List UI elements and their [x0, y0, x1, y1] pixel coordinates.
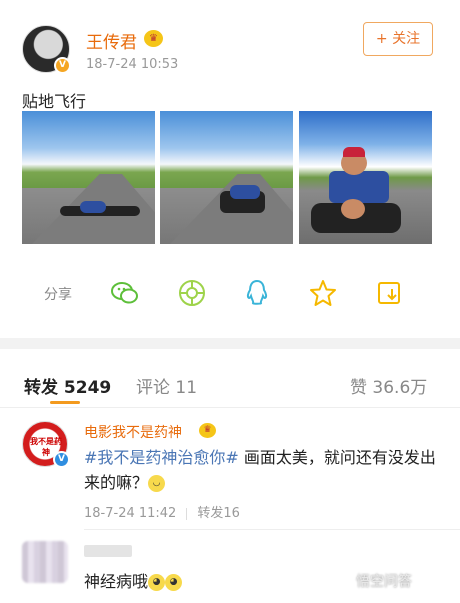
verified-badge-icon: V — [54, 57, 71, 74]
share-label: 分享 — [44, 287, 72, 303]
divider — [0, 407, 460, 408]
interaction-panel: 转发 5249 评论 11 赞 36.6万 我不是药神 V 电影我不是药神 ♛ … — [0, 349, 460, 603]
wechat-icon[interactable] — [110, 278, 140, 308]
post-image-1[interactable] — [22, 111, 155, 244]
post-text: 贴地飞行 — [22, 92, 87, 111]
moments-icon[interactable] — [177, 278, 207, 308]
divider — [84, 529, 460, 530]
post-image-3[interactable] — [299, 111, 432, 244]
verified-badge-icon: V — [53, 451, 70, 468]
comment-repost-count[interactable]: 转发16 — [197, 506, 240, 521]
comment-body: #我不是药神治愈你# 画面太美，就问还有没发出来的嘛？ ◡ — [84, 445, 444, 495]
qzone-star-icon[interactable] — [308, 278, 338, 308]
comment-meta: 18-7-24 11:42 转发16 — [84, 502, 240, 521]
topic-tag-link[interactable]: #我不是药神治愈你# — [84, 448, 239, 467]
tab-like[interactable]: 赞 36.6万 — [350, 373, 427, 398]
comment-body: 神经病哦 ◕ ◕ — [84, 568, 183, 592]
crown-icon: ♛ — [144, 30, 163, 47]
tab-repost[interactable]: 转发 5249 — [24, 373, 111, 398]
post-card: V 王传君 ♛ 18-7-24 10:53 + 关注 贴地飞行 分享 — [0, 0, 460, 338]
watermark: 悟空问答 — [356, 574, 412, 590]
post-image-2[interactable] — [160, 111, 293, 244]
emoji-icon: ◕ — [148, 574, 166, 591]
author-name[interactable]: 王传君 — [86, 28, 137, 53]
comment-avatar[interactable]: 我不是药神 V — [22, 421, 70, 468]
follow-button[interactable]: + 关注 — [363, 22, 433, 56]
crown-icon: ♛ — [199, 423, 216, 438]
blurred-avatar[interactable] — [22, 541, 68, 583]
save-icon[interactable] — [375, 278, 405, 308]
comment-text: 神经病哦 — [84, 572, 149, 591]
comment-author[interactable]: 电影我不是药神 — [84, 422, 182, 442]
emoji-icon: ◕ — [165, 574, 183, 591]
qq-icon[interactable] — [242, 278, 272, 308]
blurred-username — [84, 545, 132, 557]
smile-emoji-icon: ◡ — [148, 475, 166, 492]
active-tab-indicator — [50, 401, 80, 404]
tab-comment[interactable]: 评论 11 — [136, 373, 197, 398]
author-avatar[interactable]: V — [22, 25, 71, 74]
post-time: 18-7-24 10:53 — [86, 57, 179, 72]
comment-time: 18-7-24 11:42 — [84, 506, 177, 521]
